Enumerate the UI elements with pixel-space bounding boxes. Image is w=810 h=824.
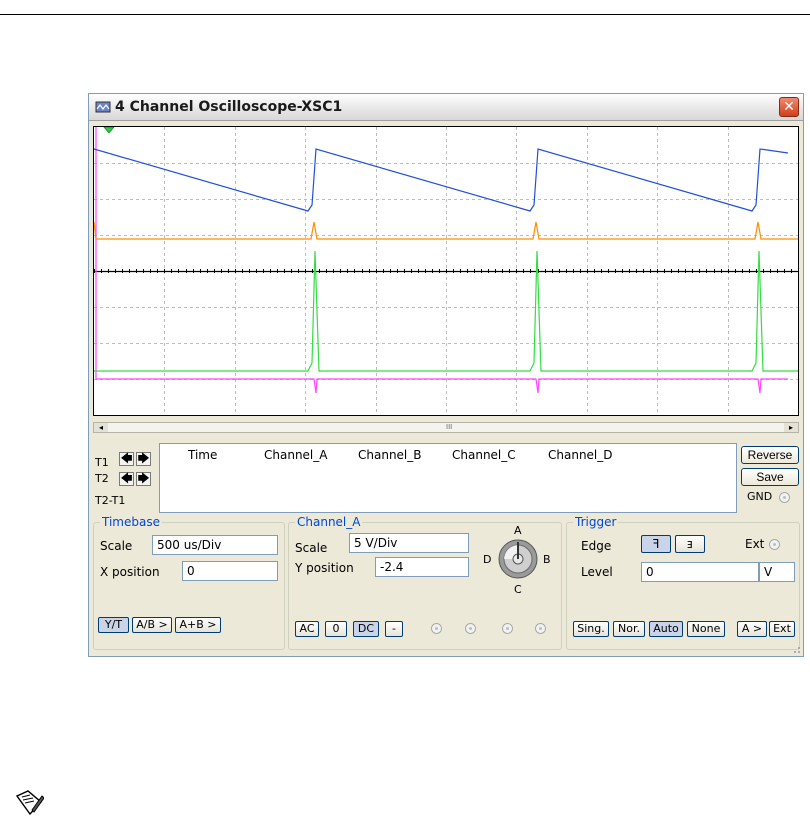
channel-group: Channel_A Scale 5 V/Div Y position -2.4 … <box>288 515 562 650</box>
readout-header-channel-a: Channel_A <box>264 448 328 462</box>
scroll-right-icon[interactable]: ▸ <box>784 423 798 432</box>
x-position-label: X position <box>100 565 160 579</box>
note-pencil-icon <box>15 790 44 816</box>
trigger-marker-icon[interactable] <box>103 127 115 134</box>
t1-label: T1 <box>95 456 109 469</box>
scroll-grip[interactable]: III <box>446 423 452 432</box>
knob-label-b: B <box>543 553 551 566</box>
t1-left-arrow-icon[interactable]: 🡄 <box>119 452 134 466</box>
t2-label: T2 <box>95 472 109 485</box>
timebase-group: Timebase Scale 500 us/Div X position 0 Y… <box>93 515 285 650</box>
readout-header-time: Time <box>188 448 218 462</box>
scope-trace-canvas <box>94 127 798 415</box>
timebase-title: Timebase <box>100 515 162 529</box>
cursor-readout-table: Time Channel_A Channel_B Channel_C Chann… <box>159 443 737 513</box>
channel-selector-knob-icon[interactable] <box>496 537 540 581</box>
source-a-button[interactable]: A > <box>737 621 767 637</box>
t2-right-arrow-icon[interactable]: 🡆 <box>136 472 151 486</box>
ext-label: Ext <box>745 537 765 551</box>
normal-trigger-button[interactable]: Nor. <box>613 621 645 637</box>
display-scrollbar[interactable]: ◂ III ▸ <box>93 422 799 433</box>
cursor-controls: T1 🡄 🡆 T2 🡄 🡆 T2-T1 <box>93 443 155 509</box>
ac-coupling-button[interactable]: AC <box>295 621 319 637</box>
auto-trigger-button[interactable]: Auto <box>649 621 683 637</box>
readout-header-channel-d: Channel_D <box>548 448 613 462</box>
channel-radio-3[interactable] <box>502 623 513 634</box>
window-title: 4 Channel Oscilloscope-XSC1 <box>115 99 343 115</box>
t2-left-arrow-icon[interactable]: 🡄 <box>119 472 134 486</box>
t1-right-arrow-icon[interactable]: 🡆 <box>136 452 151 466</box>
knob-label-c: C <box>514 583 522 596</box>
channel-title: Channel_A <box>295 515 363 529</box>
y-position-label: Y position <box>295 561 354 575</box>
trigger-group: Trigger Edge ꟻ ⱻ Ext Level 0 V Sing. Nor… <box>566 515 800 650</box>
a-plus-b-mode-button[interactable]: A+B > <box>175 617 221 633</box>
t2-t1-label: T2-T1 <box>95 494 126 507</box>
dc-coupling-button[interactable]: DC <box>353 621 379 637</box>
oscilloscope-window: 4 Channel Oscilloscope-XSC1 ✕ ◂ III ▸ T1… <box>88 93 804 657</box>
channel-radio-4[interactable] <box>535 623 546 634</box>
knob-label-a: A <box>514 524 522 537</box>
channel-scale-field[interactable]: 5 V/Div <box>349 533 469 553</box>
channel-radio-2[interactable] <box>465 623 476 634</box>
channel-radio-1[interactable] <box>431 623 442 634</box>
zero-coupling-button[interactable]: 0 <box>325 621 347 637</box>
resize-grip-icon[interactable] <box>791 644 801 654</box>
trace-channel-a <box>94 148 789 212</box>
invert-button[interactable]: - <box>385 621 403 637</box>
x-position-field[interactable]: 0 <box>182 561 278 581</box>
gnd-label: GND <box>747 490 773 503</box>
page-top-rule <box>0 14 810 15</box>
oscilloscope-icon <box>95 101 111 113</box>
save-button[interactable]: Save <box>741 468 799 486</box>
level-unit-field[interactable]: V <box>759 562 795 582</box>
yt-mode-button[interactable]: Y/T <box>98 617 129 633</box>
level-field[interactable]: 0 <box>641 562 759 582</box>
single-trigger-button[interactable]: Sing. <box>573 621 609 637</box>
scope-display[interactable] <box>93 126 799 416</box>
channel-scale-label: Scale <box>295 541 328 555</box>
ab-mode-button[interactable]: A/B > <box>132 617 172 633</box>
source-ext-button[interactable]: Ext <box>769 621 795 637</box>
reverse-button[interactable]: Reverse <box>741 446 799 464</box>
rising-edge-button[interactable]: ꟻ <box>641 535 671 553</box>
timebase-scale-label: Scale <box>100 539 133 553</box>
readout-header-channel-b: Channel_B <box>358 448 422 462</box>
none-trigger-button[interactable]: None <box>687 621 725 637</box>
trace-channel-d <box>95 127 788 394</box>
level-label: Level <box>581 565 613 579</box>
title-bar[interactable]: 4 Channel Oscilloscope-XSC1 ✕ <box>89 94 803 121</box>
timebase-scale-field[interactable]: 500 us/Div <box>152 535 278 555</box>
trigger-title: Trigger <box>573 515 619 529</box>
scroll-left-icon[interactable]: ◂ <box>94 423 108 432</box>
edge-label: Edge <box>581 539 612 553</box>
knob-label-d: D <box>483 553 492 566</box>
gnd-radio[interactable] <box>779 492 790 503</box>
ext-radio[interactable] <box>769 539 780 550</box>
falling-edge-button[interactable]: ⱻ <box>675 535 705 553</box>
close-button[interactable]: ✕ <box>779 97 799 117</box>
y-position-field[interactable]: -2.4 <box>375 557 469 577</box>
readout-header-channel-c: Channel_C <box>452 448 516 462</box>
